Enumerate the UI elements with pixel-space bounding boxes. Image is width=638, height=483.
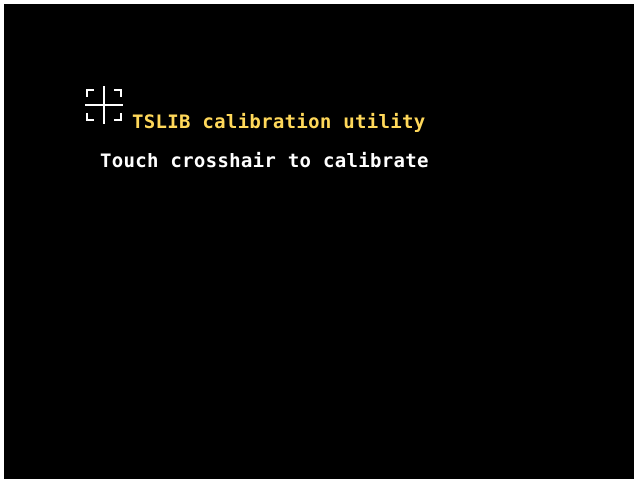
utility-title: TSLIB calibration utility xyxy=(132,111,426,133)
crosshair-icon[interactable] xyxy=(83,84,125,126)
calibration-instruction: Touch crosshair to calibrate xyxy=(100,150,429,172)
calibration-screen: TSLIB calibration utility Touch crosshai… xyxy=(4,4,634,479)
